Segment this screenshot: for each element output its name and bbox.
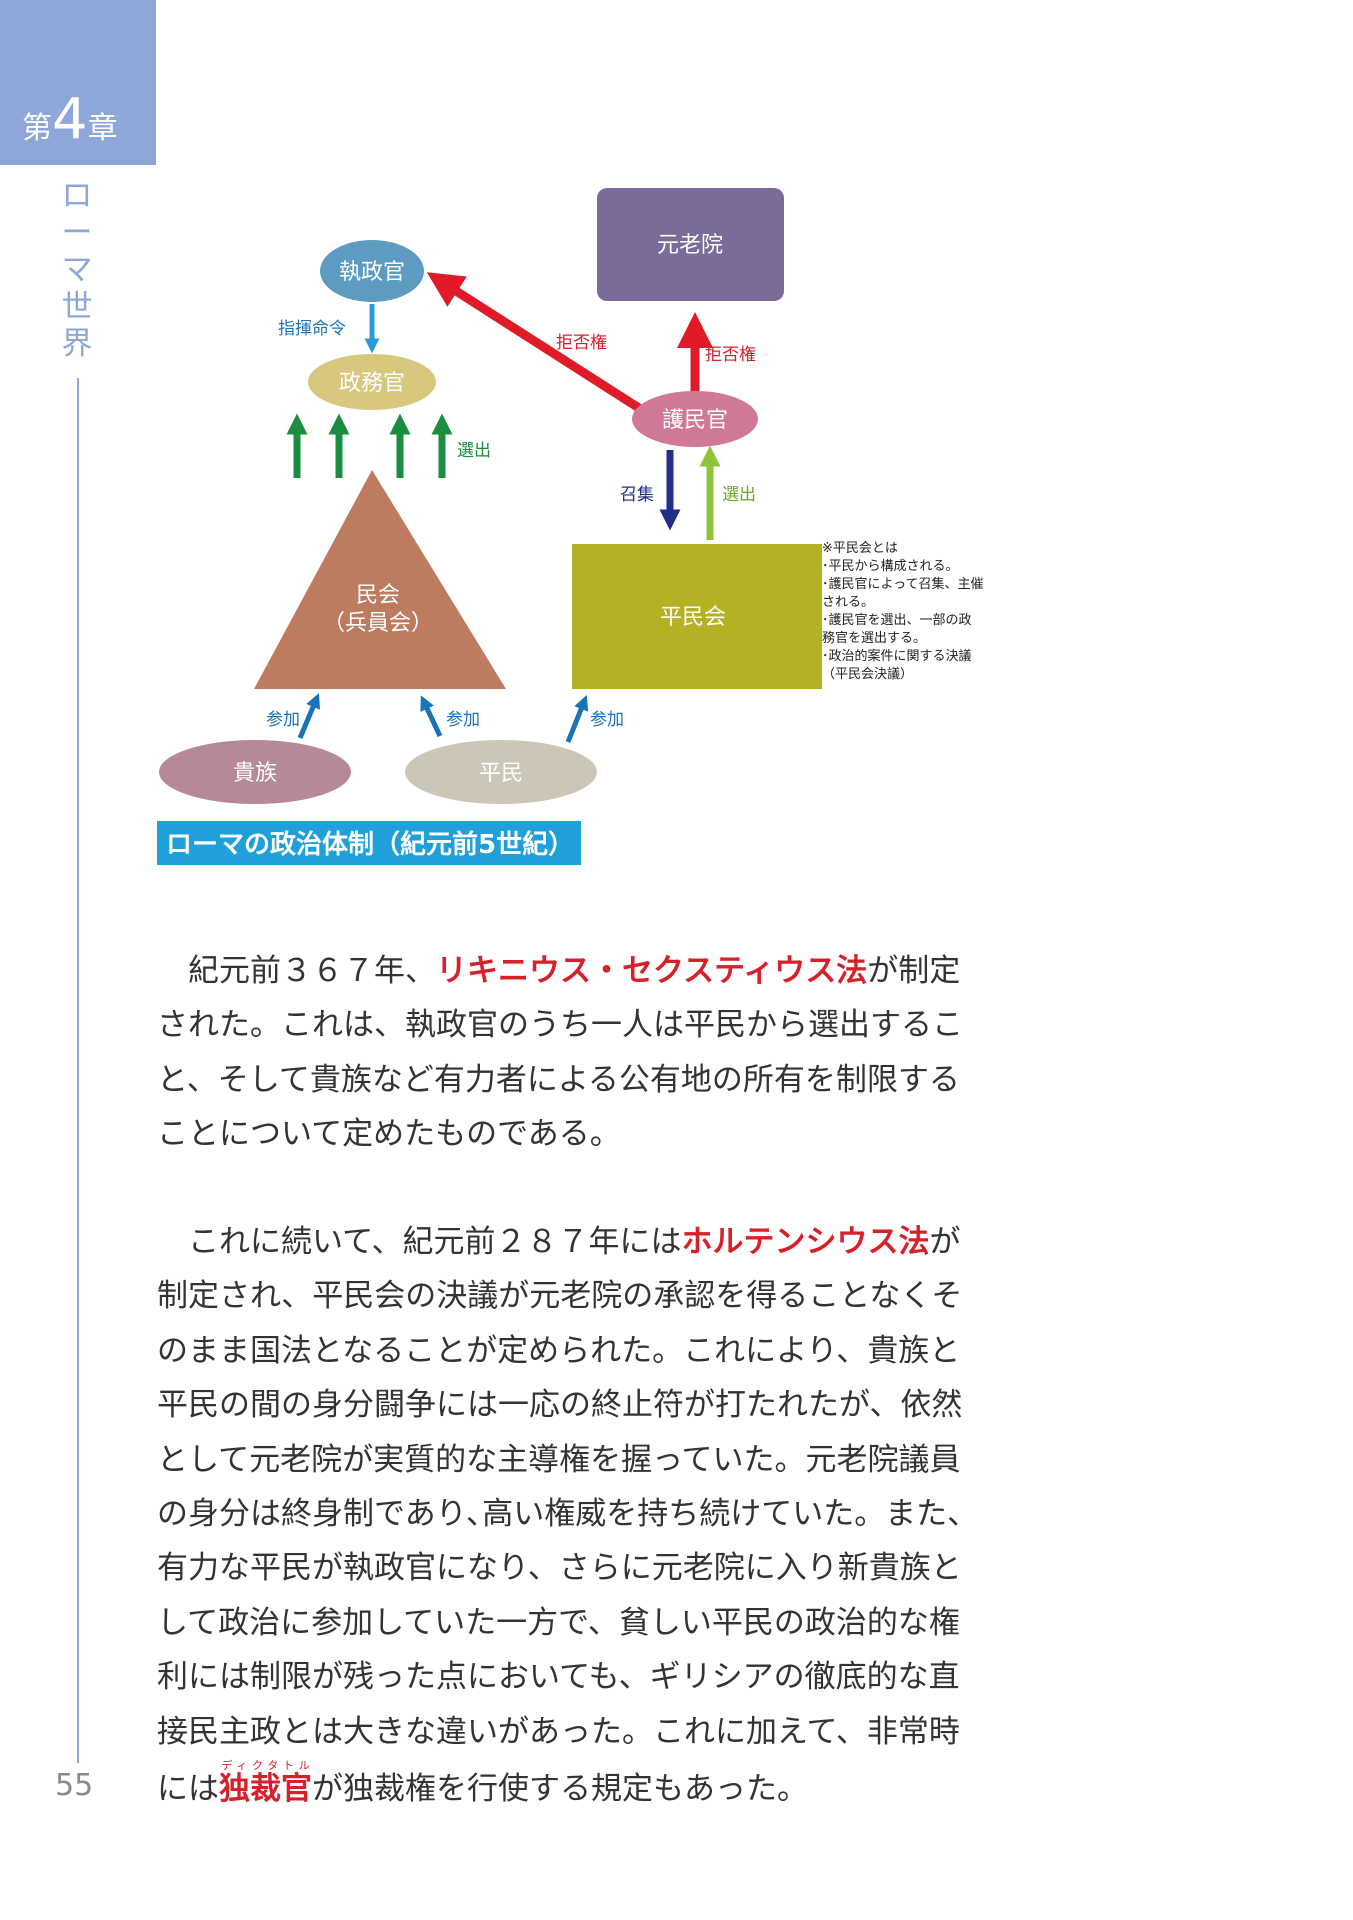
- command-label: 指揮命令: [278, 319, 346, 339]
- text-line: これに続いて、紀元前２８７年にはホルテンシウス法が: [157, 1224, 961, 1260]
- highlight-term-dictator: 独裁官ディクタトル: [219, 1758, 312, 1807]
- text-line: 利には制限が残った点においても、ギリシアの徹底的な直: [157, 1659, 960, 1696]
- senate-label: 元老院: [657, 233, 723, 258]
- note-line: ･護民官によって召集、主催: [822, 577, 984, 592]
- plebeian-council-note: ※平民会とは ･平民から構成される。 ･護民官によって召集、主催 される。 ･護…: [822, 540, 1000, 684]
- join-patricians-label: 参加: [266, 710, 300, 730]
- paragraph-1: 紀元前３６７年、リキニウス・セクスティウス法が制定 された。これは、執政官のうち…: [157, 944, 1007, 1162]
- page-number: 55: [55, 1768, 94, 1803]
- join-council-arrow: [565, 695, 589, 743]
- side-rule: [77, 378, 79, 1763]
- text-line: と、そして貴族など有力者による公有地の所有を制限する: [157, 1061, 960, 1098]
- join-plebeians-label: 参加: [446, 710, 480, 730]
- chapter-title: ローマ世界: [61, 178, 93, 362]
- note-line: 務官を選出する。: [822, 631, 927, 646]
- highlight-term: ホルテンシウス法: [681, 1224, 930, 1260]
- join-plebeians-arrow: [420, 695, 443, 738]
- note-line: ･護民官を選出、一部の政: [822, 613, 972, 628]
- political-system-diagram: 元老院 執政官 指揮命令 政務官 拒否権 拒否権 護民官 選出 召集 選出 民会…: [159, 188, 822, 804]
- comitia-node: [254, 470, 506, 689]
- highlight-term: リキニウス・セクスティウス法: [436, 953, 868, 989]
- note-line: される。: [822, 595, 875, 610]
- note-line: ※平民会とは: [822, 541, 898, 556]
- text-line: された。これは、執政官のうち一人は平民から選出するこ: [157, 1007, 963, 1044]
- text-line: の身分は終身制であり､高い権威を持ち続けていた。また、: [157, 1495, 979, 1532]
- veto-consul-label: 拒否権: [556, 333, 607, 353]
- veto-consul-arrow: [426, 272, 645, 414]
- note-line: ･平民から構成される。: [822, 559, 959, 574]
- comitia-label-1: 民会: [356, 583, 400, 608]
- join-council-label: 参加: [590, 710, 624, 730]
- text-line: 紀元前３６７年、リキニウス・セクスティウス法が制定: [157, 953, 961, 989]
- plebeians-label: 平民: [479, 761, 523, 786]
- text-line: 制定され、平民会の決議が元老院の承認を得ることなくそ: [157, 1278, 963, 1315]
- patricians-label: 貴族: [233, 761, 277, 786]
- chapter-label: 第4章: [22, 87, 118, 152]
- tribune-label: 護民官: [662, 408, 728, 433]
- note-line: （平民会決議）: [822, 667, 914, 682]
- text-line: のまま国法となることが定められた。これにより、貴族と: [157, 1332, 961, 1369]
- convene-label: 召集: [620, 485, 654, 505]
- paragraph-2: これに続いて、紀元前２８７年にはホルテンシウス法が 制定され、平民会の決議が元老…: [157, 1215, 1007, 1813]
- text-line: 平民の間の身分闘争には一応の終止符が打たれたが、依然: [157, 1387, 963, 1424]
- note-line: ･政治的案件に関する決議: [822, 649, 972, 664]
- consul-label: 執政官: [339, 260, 405, 285]
- comitia-label-2: （兵員会）: [323, 611, 433, 636]
- plebeian-council-label: 平民会: [660, 605, 726, 630]
- diagram-caption: ローマの政治体制（紀元前5世紀）: [166, 830, 575, 860]
- text-line: して政治に参加していた一方で、貧しい平民の政治的な権: [157, 1604, 960, 1641]
- elect-tribune-label: 選出: [722, 485, 756, 505]
- text-line: 接民主政とは大きな違いがあった。これに加えて、非常時: [157, 1713, 960, 1750]
- text-line: として元老院が実質的な主導権を握っていた。元老院議員: [157, 1441, 961, 1478]
- magistrates-label: 政務官: [339, 371, 405, 396]
- join-patricians-arrow: [297, 693, 321, 739]
- ruby-reading: ディクタトル: [219, 1758, 312, 1772]
- elect-magistrates-label: 選出: [457, 441, 491, 461]
- veto-senate-label: 拒否権: [705, 345, 756, 365]
- text-line: 有力な平民が執政官になり、さらに元老院に入り新貴族と: [157, 1550, 962, 1587]
- text-line: には独裁官ディクタトルが独裁権を行使する規定もあった。: [157, 1758, 808, 1807]
- text-line: ことについて定めたものである。: [157, 1116, 621, 1153]
